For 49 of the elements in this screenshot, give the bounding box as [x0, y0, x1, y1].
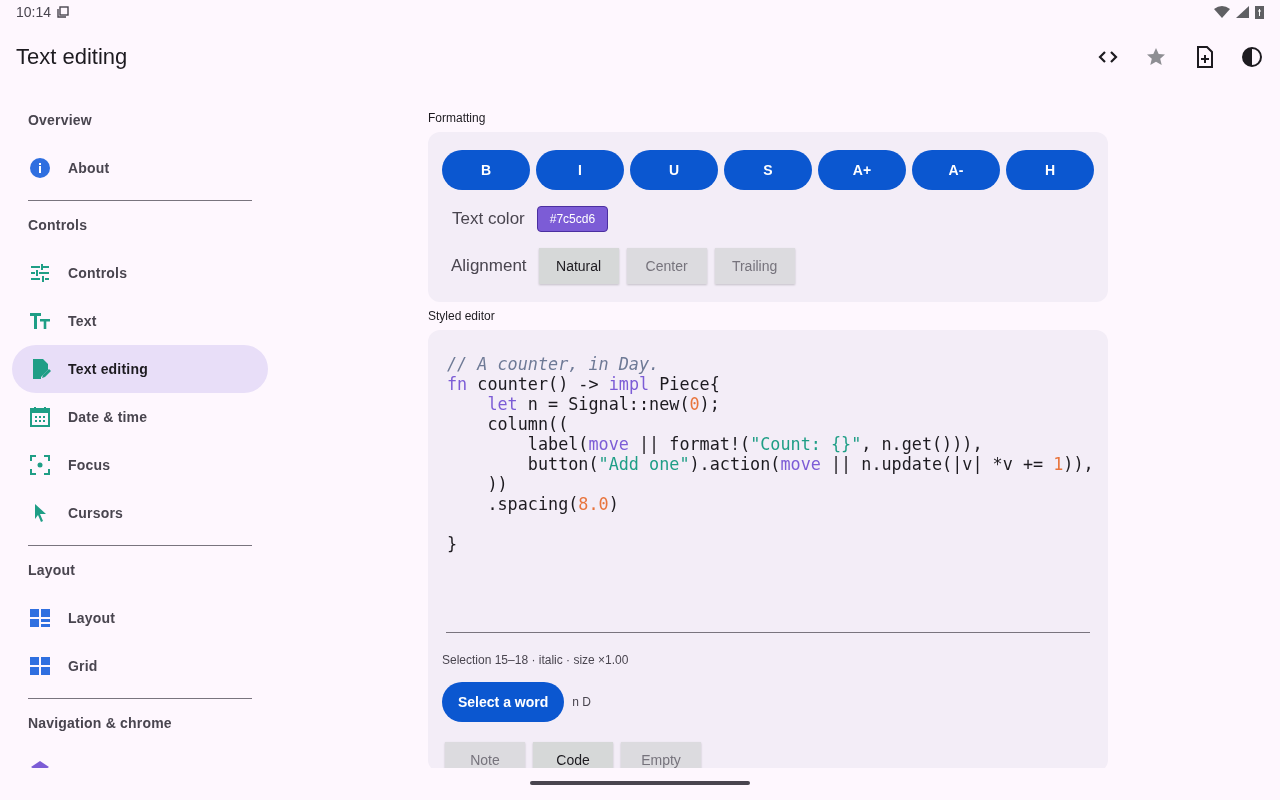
format-button[interactable]: U [630, 150, 718, 190]
section-header: Layout [27, 561, 77, 580]
battery-icon [1255, 5, 1264, 19]
nav-item[interactable]: Grid [12, 642, 268, 690]
alignment-label: Alignment [451, 256, 527, 276]
color-chip[interactable]: #7c5cd6 [536, 206, 609, 232]
nav-item[interactable]: Layout [12, 594, 268, 642]
nav-item[interactable]: Controls [12, 249, 268, 297]
nav-item[interactable]: Date & time [12, 393, 268, 441]
code-editor[interactable]: // A counter, in Day. fn counter() -> impl Piece{ let n = Signal::new(0); column(( label(move || format!("Count: {}", n.get())), button("Add one").action(move || n.update(|v| *v += 1)), )) .spacing(8.0) } [447, 354, 1090, 632]
nav-item[interactable]: Text [12, 297, 268, 345]
signal-icon [1236, 6, 1249, 18]
contrast-icon[interactable] [1240, 45, 1264, 69]
selection-info: Selection 15–18 · italic · size ×1.00 [442, 653, 629, 667]
page-title: Text editing [16, 44, 129, 70]
format-button[interactable]: H [1006, 150, 1094, 190]
select-word-button[interactable]: Select a word [442, 682, 565, 722]
text-color-label: Text color [452, 209, 525, 229]
alignment-option[interactable]: Center [626, 248, 707, 284]
nav-item[interactable]: Cursors [12, 489, 268, 537]
grid-icon [28, 654, 52, 678]
section-header: Navigation & chrome [27, 714, 173, 733]
format-button[interactable]: S [724, 150, 812, 190]
selected-text: n D [572, 695, 591, 709]
format-button[interactable]: A- [912, 150, 1000, 190]
calendar-icon [28, 405, 52, 429]
mode-option[interactable]: Empty [621, 742, 701, 768]
nav-item[interactable]: Focus [12, 441, 268, 489]
gesture-handle[interactable] [530, 781, 750, 785]
focus-icon [28, 453, 52, 477]
mode-option[interactable]: Code [533, 742, 613, 768]
wifi-icon [1214, 6, 1230, 18]
format-button[interactable]: A+ [818, 150, 906, 190]
format-button[interactable]: B [442, 150, 530, 190]
alignment-option[interactable]: Trailing [714, 248, 795, 284]
section-header: Overview [27, 111, 93, 130]
section-label: Styled editor [428, 309, 496, 323]
sliders-icon [28, 261, 52, 285]
layout-icon [28, 606, 52, 630]
nav-item[interactable]: Text editing [12, 345, 268, 393]
status-time: 10:14 [16, 4, 52, 20]
section-label: Formatting [428, 111, 487, 125]
format-button[interactable]: I [536, 150, 624, 190]
nav-item[interactable]: About [12, 144, 268, 192]
section-header: Controls [27, 216, 89, 235]
alignment-option[interactable]: Natural [538, 248, 619, 284]
mode-option[interactable]: Note [445, 742, 525, 768]
info-icon [28, 156, 52, 180]
screenshot-icon [57, 6, 70, 18]
